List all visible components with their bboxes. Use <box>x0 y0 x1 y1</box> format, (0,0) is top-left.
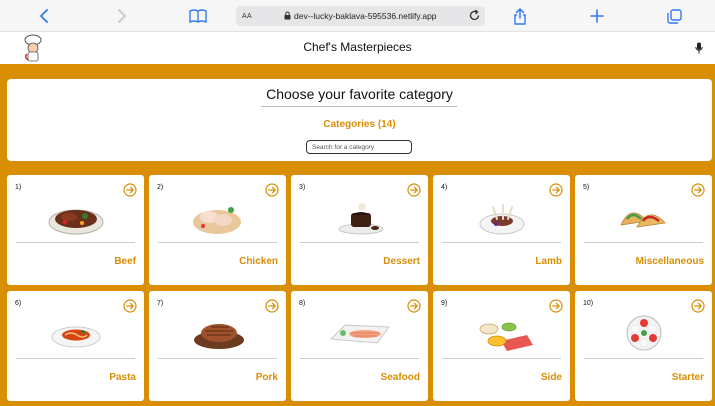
category-search-input[interactable] <box>306 140 412 154</box>
side-dishes-image <box>467 311 537 353</box>
category-name: Seafood <box>380 372 420 383</box>
card-divider <box>158 358 277 359</box>
back-icon[interactable] <box>35 6 55 26</box>
card-number: 2) <box>157 184 164 191</box>
category-card-seafood[interactable]: 8) Seafood <box>291 291 428 401</box>
card-divider <box>300 242 419 243</box>
new-tab-icon[interactable] <box>587 6 607 26</box>
arrow-right-icon[interactable] <box>691 183 705 197</box>
category-name: Chicken <box>239 256 278 267</box>
card-divider <box>158 242 277 243</box>
app-title: Chef's Masterpieces <box>303 40 412 54</box>
card-number: 10) <box>583 300 594 307</box>
card-divider <box>584 358 703 359</box>
category-name: Pork <box>255 372 278 383</box>
category-card-dessert[interactable]: 3) Dessert <box>291 175 428 285</box>
forward-icon[interactable] <box>111 6 131 26</box>
card-number: 7) <box>157 300 164 307</box>
categories-count: Categories (14) <box>323 119 396 130</box>
card-divider <box>584 242 703 243</box>
category-header-panel: Choose your favorite category Categories… <box>7 79 712 161</box>
arrow-right-icon[interactable] <box>265 299 279 313</box>
category-card-side[interactable]: 9) Side <box>433 291 570 401</box>
category-name: Pasta <box>109 372 136 383</box>
category-card-pasta[interactable]: 6) Pasta <box>7 291 144 401</box>
pasta-plate-image <box>41 311 111 353</box>
category-card-beef[interactable]: 1) Beef <box>7 175 144 285</box>
category-name: Side <box>540 372 562 383</box>
card-number: 6) <box>15 300 22 307</box>
lock-icon <box>284 11 291 22</box>
reload-icon[interactable] <box>468 9 481 24</box>
card-number: 9) <box>441 300 448 307</box>
url-text: dev--lucky-baklava-595536.netlify.app <box>294 11 437 21</box>
lamb-chops-image <box>467 195 537 237</box>
category-card-miscellaneous[interactable]: 5) Miscellaneous <box>575 175 712 285</box>
card-divider <box>16 242 135 243</box>
category-name: Starter <box>671 372 704 383</box>
title-divider <box>261 106 457 107</box>
category-name: Miscellaneous <box>635 256 704 267</box>
card-number: 5) <box>583 184 590 191</box>
category-card-lamb[interactable]: 4) Lamb <box>433 175 570 285</box>
seafood-plate-image <box>325 311 395 353</box>
arrow-right-icon[interactable] <box>691 299 705 313</box>
pork-roast-image <box>183 311 253 353</box>
microphone-icon[interactable] <box>695 41 703 59</box>
chicken-board-image <box>183 195 253 237</box>
arrow-right-icon[interactable] <box>123 183 137 197</box>
category-card-pork[interactable]: 7) Pork <box>149 291 286 401</box>
caprese-starter-image <box>609 311 679 353</box>
arrow-right-icon[interactable] <box>549 299 563 313</box>
tabs-overview-icon[interactable] <box>664 6 684 26</box>
chocolate-dessert-image <box>325 195 395 237</box>
category-name: Lamb <box>535 256 562 267</box>
app-header: Chef's Masterpieces <box>0 32 715 64</box>
category-name: Beef <box>114 256 136 267</box>
card-divider <box>442 242 561 243</box>
arrow-right-icon[interactable] <box>549 183 563 197</box>
arrow-right-icon[interactable] <box>407 183 421 197</box>
arrow-right-icon[interactable] <box>123 299 137 313</box>
browser-toolbar: AA dev--lucky-baklava-595536.netlify.app <box>0 0 715 32</box>
address-bar[interactable]: AA dev--lucky-baklava-595536.netlify.app <box>236 6 485 26</box>
tacos-image <box>609 195 679 237</box>
page-title: Choose your favorite category <box>266 86 453 102</box>
reader-text-size-button[interactable]: AA <box>242 13 252 20</box>
card-number: 8) <box>299 300 306 307</box>
category-name: Dessert <box>383 256 420 267</box>
share-icon[interactable] <box>510 6 530 26</box>
arrow-right-icon[interactable] <box>265 183 279 197</box>
card-divider <box>16 358 135 359</box>
card-number: 3) <box>299 184 306 191</box>
category-card-chicken[interactable]: 2) Chicken <box>149 175 286 285</box>
card-number: 1) <box>15 184 22 191</box>
card-number: 4) <box>441 184 448 191</box>
card-divider <box>442 358 561 359</box>
category-card-starter[interactable]: 10) Starter <box>575 291 712 401</box>
beef-plate-image <box>41 195 111 237</box>
arrow-right-icon[interactable] <box>407 299 421 313</box>
card-divider <box>300 358 419 359</box>
bookmarks-icon[interactable] <box>188 6 208 26</box>
